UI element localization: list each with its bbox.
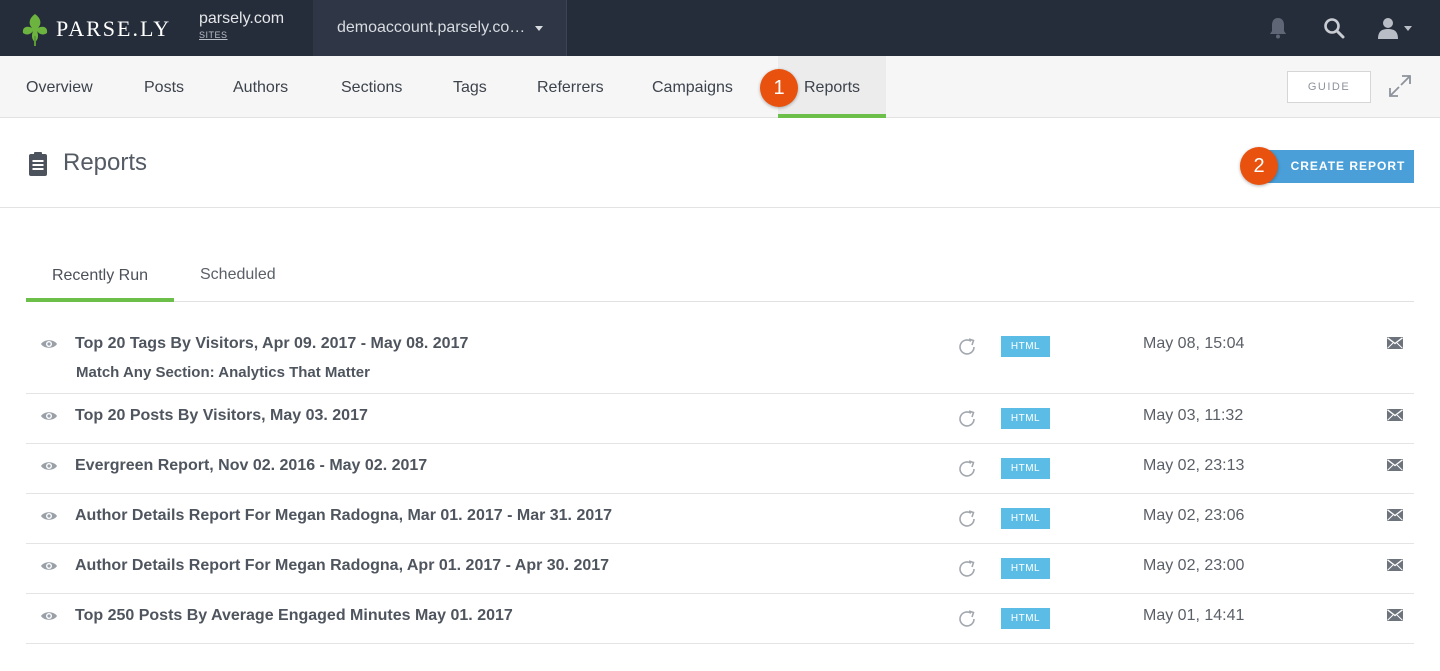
report-row: Top 250 Posts By Average Engaged Minutes…	[26, 594, 1414, 644]
report-row: Author Details Report For Megan Radogna,…	[26, 494, 1414, 544]
nav-overview[interactable]: Overview	[26, 56, 93, 118]
html-badge[interactable]: HTML	[1001, 508, 1050, 529]
nav-tags[interactable]: Tags	[453, 56, 487, 118]
html-badge[interactable]: HTML	[1001, 408, 1050, 429]
report-row: Top 20 Posts By Visitors, May 03. 2017 H…	[26, 394, 1414, 444]
report-title[interactable]: Author Details Report For Megan Radogna,…	[75, 557, 609, 575]
guide-button[interactable]: GUIDE	[1287, 71, 1371, 103]
logo-text: PARSE.LY	[56, 16, 172, 41]
nav-campaigns[interactable]: Campaigns	[652, 56, 733, 118]
refresh-icon[interactable]	[956, 458, 978, 480]
sites-link[interactable]: SITES	[199, 30, 284, 40]
refresh-icon[interactable]	[956, 508, 978, 530]
mail-icon[interactable]	[1387, 559, 1403, 571]
report-date: May 08, 15:04	[1143, 335, 1245, 352]
report-title[interactable]: Top 20 Tags By Visitors, Apr 09. 2017 - …	[75, 335, 468, 353]
parsely-logo[interactable]: PARSE.LY	[20, 12, 171, 46]
refresh-icon[interactable]	[956, 608, 978, 630]
report-row: Author Details Report For Megan Radogna,…	[26, 544, 1414, 594]
caret-down-icon	[535, 25, 544, 31]
top-bar: PARSE.LY parsely.com SITES demoaccount.p…	[0, 0, 1440, 56]
search-button[interactable]	[1320, 14, 1348, 42]
report-subtitle: Match Any Section: Analytics That Matter	[76, 364, 370, 381]
tab-scheduled[interactable]: Scheduled	[200, 266, 276, 284]
search-icon	[1324, 18, 1345, 39]
create-report-button[interactable]: CREATE REPORT	[1262, 150, 1414, 183]
mail-icon[interactable]	[1387, 509, 1403, 521]
report-title[interactable]: Evergreen Report, Nov 02. 2016 - May 02.…	[75, 457, 427, 475]
mail-icon[interactable]	[1387, 609, 1403, 621]
report-date: May 01, 14:41	[1143, 607, 1245, 624]
report-list: Top 20 Tags By Visitors, Apr 09. 2017 - …	[26, 322, 1414, 644]
mail-icon[interactable]	[1387, 459, 1403, 471]
mail-icon[interactable]	[1387, 337, 1403, 349]
refresh-icon[interactable]	[956, 408, 978, 430]
eye-icon[interactable]	[40, 509, 58, 523]
step-marker-2: 2	[1240, 147, 1278, 185]
refresh-icon[interactable]	[956, 336, 978, 358]
eye-icon[interactable]	[40, 459, 58, 473]
html-badge[interactable]: HTML	[1001, 458, 1050, 479]
report-title[interactable]: Top 250 Posts By Average Engaged Minutes…	[75, 607, 513, 625]
user-icon	[1378, 18, 1398, 39]
html-badge[interactable]: HTML	[1001, 608, 1050, 629]
eye-icon[interactable]	[40, 409, 58, 423]
section-nav: Overview Posts Authors Sections Tags Ref…	[0, 56, 1440, 118]
eye-icon[interactable]	[40, 559, 58, 573]
page-header: Reports CREATE REPORT	[0, 119, 1440, 208]
site-switcher[interactable]: parsely.com SITES	[199, 10, 284, 40]
user-menu[interactable]	[1376, 14, 1416, 42]
bell-icon	[1270, 18, 1286, 39]
page-title: Reports	[63, 149, 148, 176]
caret-down-icon	[1404, 25, 1412, 31]
report-date: May 02, 23:13	[1143, 457, 1245, 474]
report-date: May 02, 23:06	[1143, 507, 1245, 524]
clipboard-icon	[29, 152, 47, 176]
nav-authors[interactable]: Authors	[233, 56, 288, 118]
nav-sections[interactable]: Sections	[341, 56, 402, 118]
tab-recently-run[interactable]: Recently Run	[26, 254, 174, 302]
account-name: demoaccount.parsely.co…	[337, 19, 526, 36]
html-badge[interactable]: HTML	[1001, 558, 1050, 579]
site-name: parsely.com	[199, 10, 285, 27]
html-badge[interactable]: HTML	[1001, 336, 1050, 357]
eye-icon[interactable]	[40, 609, 58, 623]
expand-icon[interactable]	[1387, 73, 1413, 99]
report-title[interactable]: Author Details Report For Megan Radogna,…	[75, 507, 612, 525]
report-tabs: Recently Run Scheduled	[26, 254, 1414, 302]
report-title[interactable]: Top 20 Posts By Visitors, May 03. 2017	[75, 407, 368, 425]
eye-icon[interactable]	[40, 337, 58, 351]
parsely-leaf-icon	[22, 14, 48, 46]
account-select[interactable]: demoaccount.parsely.co…	[313, 0, 567, 56]
nav-posts[interactable]: Posts	[144, 56, 184, 118]
report-row: Evergreen Report, Nov 02. 2016 - May 02.…	[26, 444, 1414, 494]
mail-icon[interactable]	[1387, 409, 1403, 421]
report-date: May 02, 23:00	[1143, 557, 1245, 574]
refresh-icon[interactable]	[956, 558, 978, 580]
report-row: Top 20 Tags By Visitors, Apr 09. 2017 - …	[26, 322, 1414, 394]
nav-referrers[interactable]: Referrers	[537, 56, 604, 118]
report-date: May 03, 11:32	[1143, 407, 1244, 424]
step-marker-1: 1	[760, 69, 798, 107]
notifications-button[interactable]	[1264, 14, 1292, 42]
